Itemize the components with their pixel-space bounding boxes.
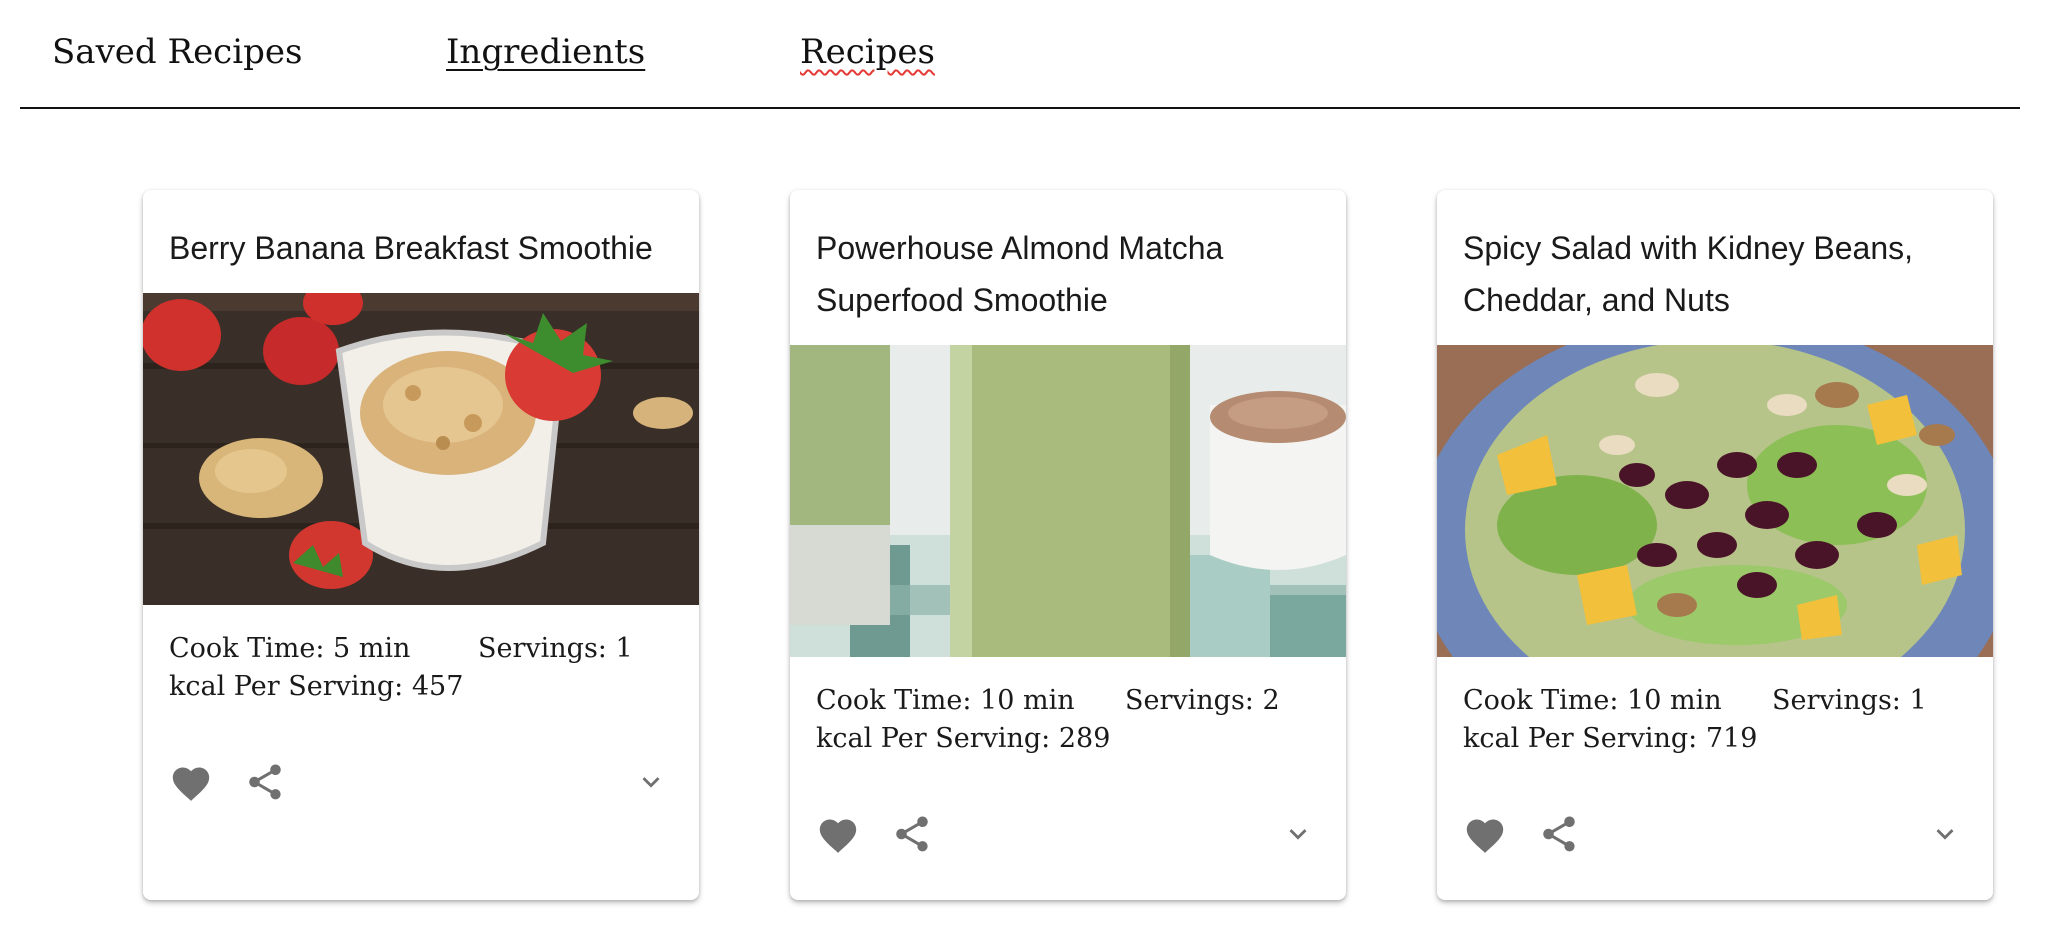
favorite-button[interactable] [1461,810,1509,858]
card-actions [814,810,1322,858]
favorite-button[interactable] [167,758,215,806]
kcal-label: kcal Per Serving: [816,723,1051,754]
share-button[interactable] [241,758,289,806]
recipe-title: Powerhouse Almond Matcha Superfood Smoot… [816,230,1224,318]
kcal-value: 719 [1705,723,1758,754]
recipe-title: Berry Banana Breakfast Smoothie [169,230,653,266]
recipe-card: Powerhouse Almond Matcha Superfood Smoot… [790,190,1346,900]
share-icon [249,764,281,800]
recipe-meta: Cook Time: 10 min Servings: 2 kcal Per S… [816,682,1326,758]
nav-ingredients[interactable]: Ingredients [446,28,645,76]
servings-value: 1 [615,633,633,664]
expand-button[interactable] [1274,810,1322,858]
kcal-label: kcal Per Serving: [1463,723,1698,754]
strawberry-smoothie-photo [143,293,699,605]
recipe-meta: Cook Time: 10 min Servings: 1 kcal Per S… [1463,682,1973,758]
chevron-down-icon [642,777,660,788]
share-button[interactable] [1535,810,1583,858]
cook-time-value: 10 min [1627,685,1722,716]
cook-time-value: 10 min [980,685,1075,716]
servings: Servings: 1 [478,630,633,668]
recipe-card: Berry Banana Breakfast Smoothie Cook Tim… [143,190,699,900]
heart-icon [172,767,210,801]
recipe-card: Spicy Salad with Kidney Beans, Cheddar, … [1437,190,1993,900]
cook-time-value: 5 min [333,633,411,664]
expand-button[interactable] [627,758,675,806]
matcha-smoothie-photo [790,345,1346,657]
chevron-down-icon [1289,829,1307,840]
kcal-label: kcal Per Serving: [169,671,404,702]
recipe-image [1437,345,1993,657]
share-button[interactable] [888,810,936,858]
expand-button[interactable] [1921,810,1969,858]
cook-time-label: Cook Time: [816,685,972,716]
recipe-image [143,293,699,605]
servings-label: Servings: [478,633,607,664]
cook-time-label: Cook Time: [169,633,325,664]
share-icon [1543,816,1575,852]
top-navigation: Saved Recipes Ingredients Recipes [20,0,2020,109]
chevron-down-icon [1936,829,1954,840]
card-actions [1461,810,1969,858]
servings-value: 1 [1909,685,1927,716]
servings-label: Servings: [1125,685,1254,716]
recipe-image [790,345,1346,657]
servings-value: 2 [1262,685,1280,716]
heart-icon [1466,819,1504,853]
servings: Servings: 1 [1772,682,1927,720]
nav-recipes[interactable]: Recipes [800,28,935,76]
recipe-title: Spicy Salad with Kidney Beans, Cheddar, … [1463,230,1914,318]
favorite-button[interactable] [814,810,862,858]
nav-saved-recipes[interactable]: Saved Recipes [52,28,302,76]
cook-time-label: Cook Time: [1463,685,1619,716]
card-actions [167,758,675,806]
recipe-meta: Cook Time: 5 min Servings: 1 kcal Per Se… [169,630,679,706]
servings: Servings: 2 [1125,682,1280,720]
kcal-value: 289 [1058,723,1111,754]
servings-label: Servings: [1772,685,1901,716]
kidney-bean-salad-photo [1437,345,1993,657]
share-icon [896,816,928,852]
heart-icon [819,819,857,853]
kcal-value: 457 [411,671,464,702]
